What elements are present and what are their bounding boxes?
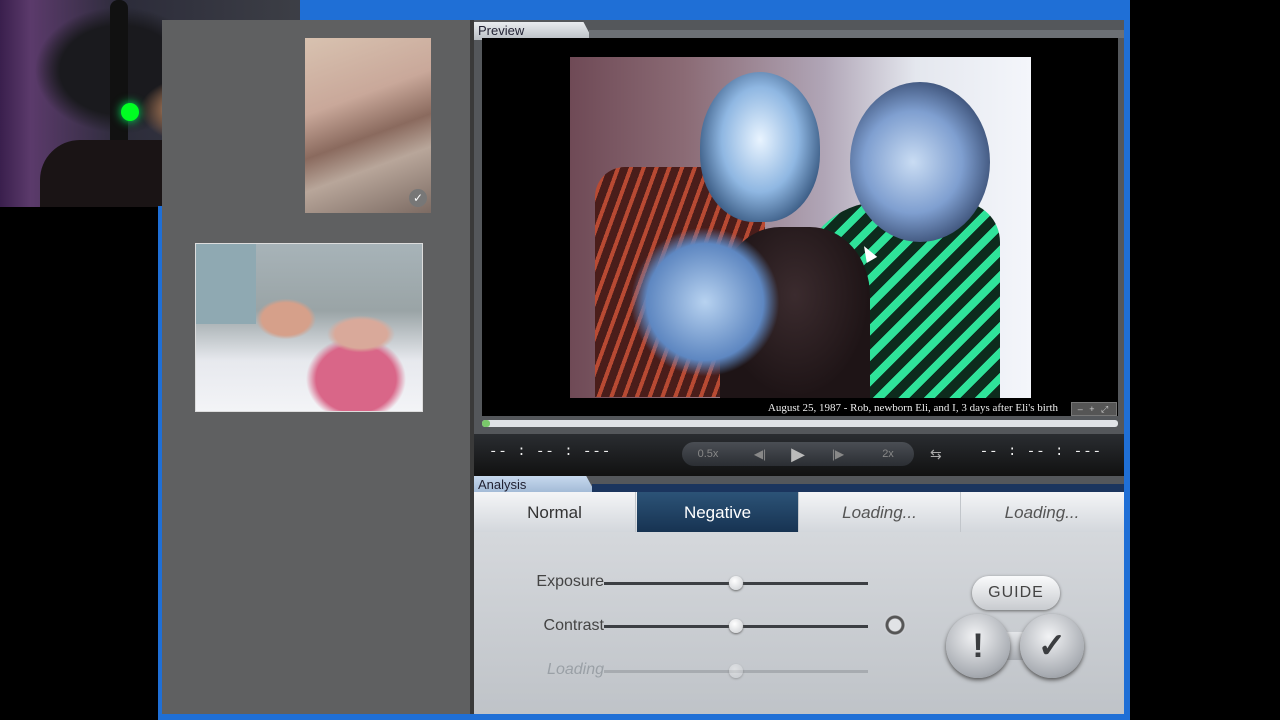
reset-icon[interactable] <box>884 614 906 636</box>
play-icon[interactable]: ▶ <box>780 442 816 466</box>
photo-caption: August 25, 1987 - Rob, newborn Eli, and … <box>767 402 1058 414</box>
seek-bar[interactable] <box>482 420 1118 427</box>
mode-tabs: Normal Negative Loading... Loading... <box>474 492 1124 532</box>
exposure-label: Exposure <box>536 573 604 590</box>
headset-logo <box>121 103 139 121</box>
checkmark-icon: ✓ <box>409 189 427 207</box>
contrast-slider-knob[interactable] <box>729 619 743 633</box>
tab-normal[interactable]: Normal <box>474 492 636 532</box>
loop-icon[interactable]: ⇆ <box>930 446 942 463</box>
thumbnail-background <box>196 244 256 324</box>
loading-slider-label: Loading <box>547 661 604 678</box>
guide-button[interactable]: GUIDE <box>972 576 1060 610</box>
window-border-right <box>1124 20 1130 720</box>
zoom-controls[interactable]: – + ⤢ <box>1071 402 1117 416</box>
seek-bar-fill <box>482 420 490 427</box>
warning-button[interactable]: ! <box>946 614 1010 678</box>
window-border-left <box>158 206 162 720</box>
loading-slider-knob <box>729 664 743 678</box>
window-border-bottom <box>158 714 1130 720</box>
time-total: -- : -- : --- <box>979 444 1102 460</box>
tab-negative[interactable]: Negative <box>637 492 799 532</box>
time-current: -- : -- : --- <box>489 444 612 460</box>
playback-controls: 0.5x ◀| ▶ |▶ 2x <box>682 442 914 466</box>
preview-header-track <box>589 30 1124 38</box>
adjustment-panel: Exposure Contrast Loading GUIDE ! ✓ <box>474 532 1124 714</box>
window-titlebar <box>300 0 1130 20</box>
photo-thumbnail[interactable]: ✓ <box>305 38 431 213</box>
step-forward-icon[interactable]: |▶ <box>818 442 858 466</box>
photo-caption-bar: August 25, 1987 - Rob, newborn Eli, and … <box>482 400 1118 416</box>
analysis-header-track <box>592 484 1124 492</box>
step-back-icon[interactable]: ◀| <box>740 442 780 466</box>
tab-loading-2[interactable]: Loading... <box>961 492 1123 532</box>
preview-photo-negative[interactable] <box>570 57 1031 398</box>
photo-region-hands <box>630 227 780 377</box>
photo-region-woman <box>850 82 990 242</box>
photo-region-man <box>700 72 820 222</box>
confirm-button[interactable]: ✓ <box>1020 614 1084 678</box>
photo-thumbnail-selected[interactable] <box>195 243 423 412</box>
exposure-slider-knob[interactable] <box>729 576 743 590</box>
speed-fast-button[interactable]: 2x <box>868 442 908 466</box>
contrast-label: Contrast <box>543 617 604 634</box>
tab-loading-1[interactable]: Loading... <box>799 492 961 532</box>
speed-slow-button[interactable]: 0.5x <box>688 442 728 466</box>
transport-bar: -- : -- : --- 0.5x ◀| ▶ |▶ 2x ⇆ -- : -- … <box>474 434 1124 476</box>
